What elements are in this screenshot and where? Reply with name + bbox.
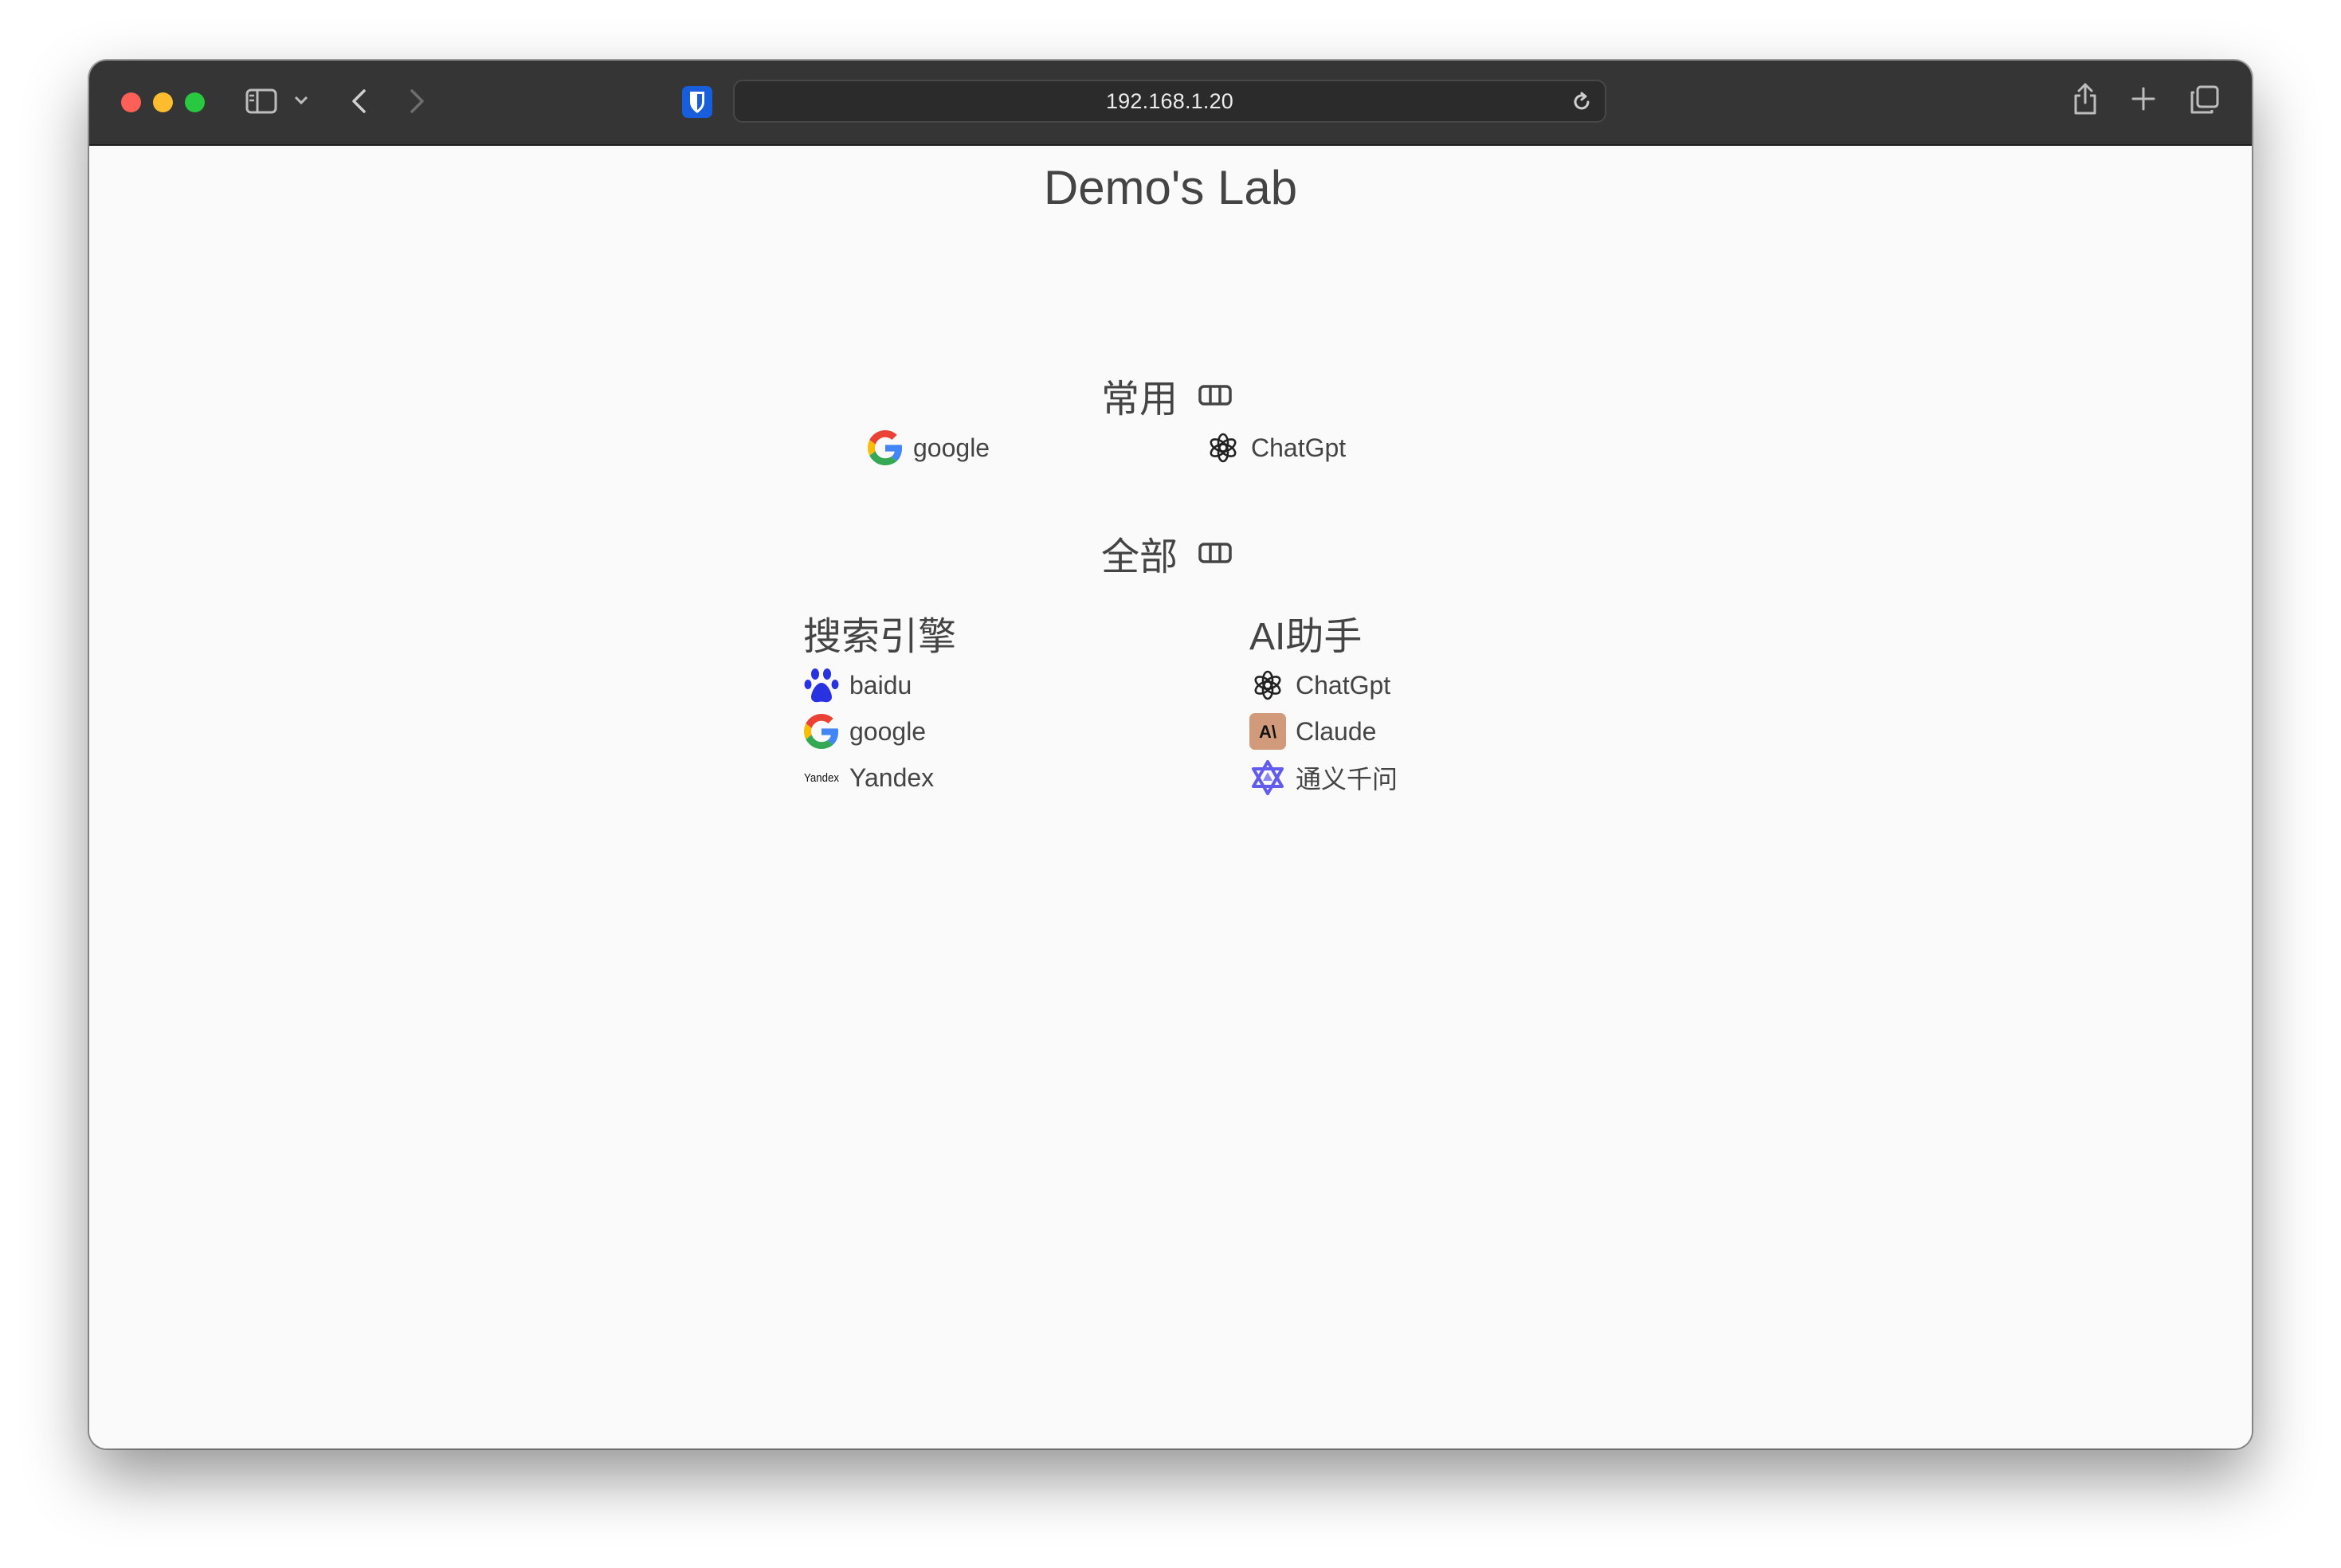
favorites-link-google[interactable]: google [867,429,990,466]
link-qwen[interactable]: 通义千问 [1249,759,1398,796]
all-heading: 全部 [1101,536,1178,578]
sidebar-icon[interactable] [245,88,277,115]
anthropic-logo-text: A\ [1259,722,1276,742]
openai-icon [1249,667,1286,704]
link-label: google [849,716,927,746]
url-text: 192.168.1.20 [1105,88,1234,113]
link-label: ChatGpt [1296,670,1391,700]
bitwarden-icon[interactable] [682,86,712,118]
browser-toolbar: 192.168.1.20 [89,61,2252,146]
google-icon [803,713,840,750]
minimize-window-button[interactable] [153,92,173,112]
address-bar[interactable]: 192.168.1.20 [733,80,1606,123]
site-title: Demo's Lab [1043,161,1298,214]
chevron-down-icon[interactable] [293,92,309,108]
tab-overview-icon[interactable] [2190,84,2220,115]
all-section-title: 全部 [1101,525,1232,581]
link-label: Claude [1296,716,1377,746]
google-icon [867,429,904,466]
columns-icon[interactable] [1198,384,1232,406]
reload-icon[interactable] [1570,90,1594,118]
browser-window: 192.168.1.20 Demo's Lab 常用 google ChatGp… [89,61,2252,1448]
yandex-logo-text: Yandex [804,771,839,785]
category-title-ai: AI助手 [1249,616,1363,658]
link-yandex[interactable]: Yandex Yandex [803,759,934,796]
link-label: Yandex [849,762,935,792]
link-baidu[interactable]: baidu [803,667,912,704]
columns-icon[interactable] [1198,542,1232,564]
link-chatgpt[interactable]: ChatGpt [1249,667,1390,704]
link-label: google [913,433,990,462]
favorites-link-chatgpt[interactable]: ChatGpt [1205,429,1346,466]
close-window-button[interactable] [121,92,141,112]
favorites-section-title: 常用 [1101,367,1232,423]
page-content: Demo's Lab 常用 google ChatGpt 全部 搜索引擎 bai… [89,146,2252,1448]
yandex-icon: Yandex [803,759,840,796]
link-label: 通义千问 [1296,765,1398,794]
forward-icon[interactable] [405,88,429,115]
link-google[interactable]: google [803,713,926,750]
category-title-search: 搜索引擎 [803,616,957,658]
favorites-heading: 常用 [1101,378,1178,421]
anthropic-icon: A\ [1249,713,1286,750]
baidu-icon [803,667,840,704]
share-icon[interactable] [2072,81,2099,116]
link-label: ChatGpt [1251,433,1347,462]
qwen-icon [1249,759,1286,796]
link-label: baidu [849,670,912,700]
openai-icon [1205,429,1241,466]
zoom-window-button[interactable] [185,92,205,112]
link-claude[interactable]: A\ Claude [1249,713,1376,750]
new-tab-icon[interactable] [2131,86,2156,112]
back-icon[interactable] [347,88,371,115]
